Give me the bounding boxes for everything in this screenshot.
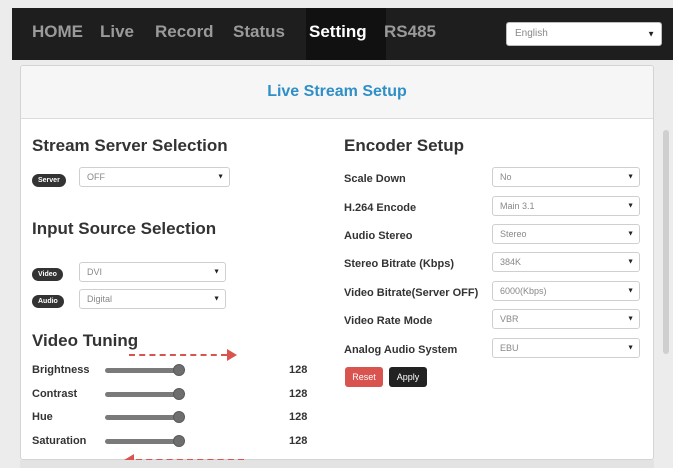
encoder-label-video-rate-mode: Video Rate Mode <box>344 315 433 327</box>
brightness-slider-track[interactable] <box>105 368 183 373</box>
bottom-strip <box>20 460 654 468</box>
caret-down-icon: ▼ <box>213 268 220 276</box>
slider-label-hue: Hue <box>32 411 53 423</box>
app-root: HOME Live Record Status Setting RS485 En… <box>0 0 673 468</box>
panel-header: Live Stream Setup <box>21 66 653 119</box>
arrow-right-icon <box>227 349 237 361</box>
server-select[interactable]: OFF ▼ <box>79 167 230 187</box>
video-rate-mode-value: VBR <box>500 314 519 324</box>
stereo-bitrate-select[interactable]: 384K ▼ <box>492 252 640 272</box>
caret-down-icon: ▼ <box>217 173 224 181</box>
encoder-label-video-bitrate: Video Bitrate(Server OFF) <box>344 287 479 299</box>
annotation-arrow-right <box>129 354 227 356</box>
h264-encode-select[interactable]: Main 3.1 ▼ <box>492 196 640 216</box>
hue-slider-track[interactable] <box>105 415 183 420</box>
caret-down-icon: ▼ <box>627 173 634 181</box>
nav-item-setting[interactable]: Setting <box>309 22 367 42</box>
video-source-value: DVI <box>87 267 103 277</box>
video-source-select[interactable]: DVI ▼ <box>79 262 226 282</box>
hue-slider-handle[interactable] <box>173 411 185 423</box>
scrollbar[interactable] <box>663 130 669 354</box>
encoder-label-h264: H.264 Encode <box>344 202 417 214</box>
caret-down-icon: ▼ <box>627 258 634 266</box>
contrast-value: 128 <box>289 388 308 400</box>
analog-audio-value: EBU <box>500 343 519 353</box>
caret-down-icon: ▼ <box>213 295 220 303</box>
video-rate-mode-select[interactable]: VBR ▼ <box>492 309 640 329</box>
audio-source-select[interactable]: Digital ▼ <box>79 289 226 309</box>
nav-item-home[interactable]: HOME <box>32 22 83 42</box>
audio-stereo-value: Stereo <box>500 229 527 239</box>
audio-badge: Audio <box>32 295 64 308</box>
video-bitrate-value: 6000(Kbps) <box>500 286 547 296</box>
caret-down-icon: ▼ <box>647 29 655 39</box>
audio-source-value: Digital <box>87 294 113 304</box>
language-select[interactable]: English ▼ <box>506 22 662 46</box>
analog-audio-select[interactable]: EBU ▼ <box>492 338 640 358</box>
video-tuning-heading: Video Tuning <box>32 331 139 350</box>
settings-panel: Live Stream Setup Stream Server Selectio… <box>20 65 654 466</box>
encoder-label-analog-audio: Analog Audio System <box>344 344 458 356</box>
encoder-label-audio-stereo: Audio Stereo <box>344 230 413 242</box>
hue-value: 128 <box>289 411 308 423</box>
scale-down-value: No <box>500 172 512 182</box>
slider-label-brightness: Brightness <box>32 364 90 376</box>
saturation-value: 128 <box>289 435 308 447</box>
slider-label-contrast: Contrast <box>32 388 78 400</box>
panel-title: Live Stream Setup <box>267 83 407 100</box>
encoder-label-stereo-bitrate: Stereo Bitrate (Kbps) <box>344 258 455 270</box>
encoder-setup-heading: Encoder Setup <box>344 136 464 155</box>
language-select-value: English <box>515 28 548 39</box>
caret-down-icon: ▼ <box>627 315 634 323</box>
slider-label-saturation: Saturation <box>32 435 87 447</box>
video-bitrate-select[interactable]: 6000(Kbps) ▼ <box>492 281 640 301</box>
caret-down-icon: ▼ <box>627 202 634 210</box>
caret-down-icon: ▼ <box>627 344 634 352</box>
nav-item-rs485[interactable]: RS485 <box>384 22 436 42</box>
saturation-slider-track[interactable] <box>105 439 183 444</box>
top-navbar: HOME Live Record Status Setting RS485 En… <box>12 8 673 60</box>
reset-button[interactable]: Reset <box>345 367 383 387</box>
caret-down-icon: ▼ <box>627 230 634 238</box>
encoder-label-scale-down: Scale Down <box>344 173 406 185</box>
saturation-slider-handle[interactable] <box>173 435 185 447</box>
stereo-bitrate-value: 384K <box>500 257 522 267</box>
caret-down-icon: ▼ <box>627 287 634 295</box>
video-badge: Video <box>32 268 63 281</box>
nav-item-live[interactable]: Live <box>100 22 134 42</box>
nav-item-status[interactable]: Status <box>233 22 285 42</box>
stream-server-heading: Stream Server Selection <box>32 136 228 155</box>
brightness-value: 128 <box>289 364 308 376</box>
nav-item-record[interactable]: Record <box>155 22 214 42</box>
brightness-slider-handle[interactable] <box>173 364 185 376</box>
contrast-slider-track[interactable] <box>105 392 183 397</box>
server-badge: Server <box>32 174 66 187</box>
h264-encode-value: Main 3.1 <box>500 201 535 211</box>
apply-button[interactable]: Apply <box>389 367 427 387</box>
server-select-value: OFF <box>87 172 105 182</box>
contrast-slider-handle[interactable] <box>173 388 185 400</box>
scale-down-select[interactable]: No ▼ <box>492 167 640 187</box>
input-source-heading: Input Source Selection <box>32 219 217 238</box>
audio-stereo-select[interactable]: Stereo ▼ <box>492 224 640 244</box>
